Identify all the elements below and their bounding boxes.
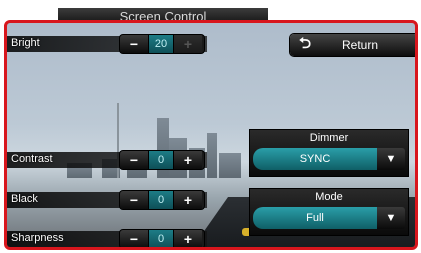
contrast-increase-button[interactable]: + xyxy=(174,151,202,169)
black-value: 0 xyxy=(148,191,174,209)
chevron-down-icon: ▼ xyxy=(377,148,405,170)
black-stepper: − 0 + xyxy=(120,191,204,209)
mode-dropdown[interactable]: Full ▼ xyxy=(253,207,405,229)
black-label: Black xyxy=(11,193,38,205)
screen-control-panel: Bright − 20 + ⮌ Return Dimmer SYNC ▼ Mod… xyxy=(4,20,418,250)
return-button[interactable]: ⮌ Return xyxy=(290,34,415,56)
bright-stepper: − 20 + xyxy=(120,35,204,53)
sharpness-stepper: − 0 + xyxy=(120,230,204,247)
dimmer-panel: Dimmer SYNC ▼ xyxy=(250,130,408,176)
dimmer-title: Dimmer xyxy=(309,132,349,144)
contrast-label: Contrast xyxy=(11,153,53,165)
return-label: Return xyxy=(341,38,379,52)
mode-value: Full xyxy=(253,207,377,229)
black-decrease-button[interactable]: − xyxy=(120,191,148,209)
chevron-down-icon: ▼ xyxy=(377,207,405,229)
bright-value: 20 xyxy=(148,35,174,53)
mode-title: Mode xyxy=(315,191,343,203)
bright-label: Bright xyxy=(11,37,40,49)
dimmer-value: SYNC xyxy=(253,148,377,170)
contrast-stepper: − 0 + xyxy=(120,151,204,169)
bright-decrease-button[interactable]: − xyxy=(120,35,148,53)
black-increase-button[interactable]: + xyxy=(174,191,202,209)
contrast-decrease-button[interactable]: − xyxy=(120,151,148,169)
mode-panel: Mode Full ▼ xyxy=(250,189,408,235)
contrast-value: 0 xyxy=(148,151,174,169)
return-arrow-icon: ⮌ xyxy=(298,34,311,52)
sharpness-decrease-button[interactable]: − xyxy=(120,230,148,247)
bright-increase-button[interactable]: + xyxy=(174,35,202,53)
sharpness-value: 0 xyxy=(148,230,174,247)
dimmer-dropdown[interactable]: SYNC ▼ xyxy=(253,148,405,170)
sharpness-label: Sharpness xyxy=(11,232,64,244)
sharpness-increase-button[interactable]: + xyxy=(174,230,202,247)
